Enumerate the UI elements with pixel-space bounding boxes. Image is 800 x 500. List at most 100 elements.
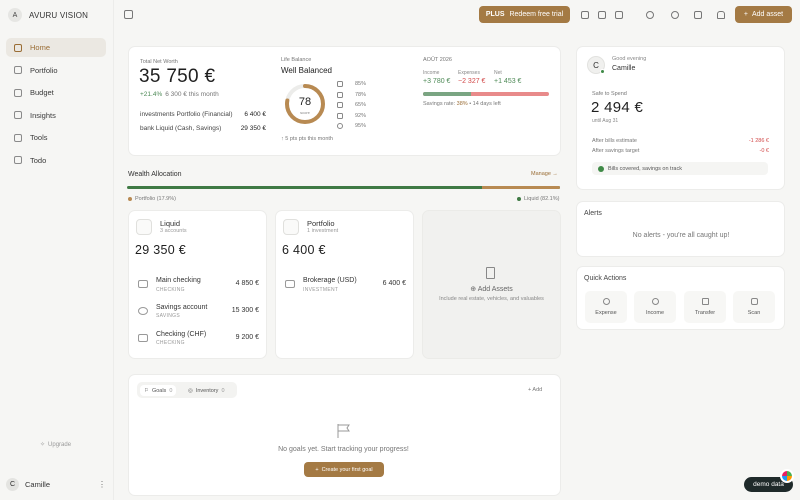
- alerts-title: Alerts: [584, 210, 602, 217]
- metric-value: 78%: [355, 92, 367, 98]
- legend-dot: [128, 197, 132, 201]
- sidebar-item-label: Portfolio: [30, 65, 58, 75]
- card-icon: [138, 280, 148, 288]
- safe-to-spend-label: Safe to Spend: [592, 91, 627, 97]
- brand[interactable]: A AVURU VISION: [8, 8, 88, 22]
- net-worth-change-text: 6 300 € this month: [165, 91, 219, 98]
- wallet-icon: [136, 219, 152, 235]
- sparkle-icon: ✧: [40, 442, 46, 448]
- sidebar-item-tools[interactable]: Tools: [6, 128, 106, 147]
- plus-label: Redeem free trial: [509, 11, 564, 18]
- sidebar-toggle-icon[interactable]: [124, 10, 133, 19]
- bell-icon[interactable]: [717, 11, 725, 19]
- safe-to-spend-row: After savings target -0 €: [592, 148, 769, 154]
- allocation-legend-liquid: Liquid (82.1%): [517, 196, 559, 202]
- quick-action-label: Transfer: [694, 310, 716, 316]
- eye-icon[interactable]: [671, 11, 679, 19]
- legend-label: Portfolio (17.9%): [135, 196, 176, 202]
- life-balance-footer: ↑ 5 pts pts this month: [281, 136, 333, 142]
- check-icon: [598, 165, 604, 172]
- row-label: bank Liquid (Cash, Savings): [140, 125, 222, 132]
- days-left: • 14 days left: [469, 101, 501, 107]
- account-value: 6 400 €: [382, 280, 406, 287]
- moon-icon[interactable]: [646, 11, 654, 19]
- greeting-text: Good evening: [612, 56, 647, 62]
- add-asset-button[interactable]: + Add asset: [735, 6, 792, 23]
- income-label: Income: [423, 70, 440, 76]
- sidebar-item-portfolio[interactable]: Portfolio: [6, 61, 106, 80]
- metric-value: 92%: [355, 113, 367, 119]
- account-value: 4 850 €: [235, 280, 259, 287]
- finance-icon: [337, 81, 343, 87]
- more-vertical-icon[interactable]: ⋮: [98, 480, 106, 489]
- quick-action-income[interactable]: Income: [634, 291, 676, 323]
- brand-name: AVURU VISION: [29, 10, 89, 20]
- create-goal-button[interactable]: + Create your first goal: [304, 462, 384, 477]
- tab-count: 0: [169, 387, 173, 394]
- allocation-legend-portfolio: Portfolio (17.9%): [128, 196, 176, 202]
- safe-to-spend-value: 2 494 €: [591, 99, 644, 116]
- add-goal-link[interactable]: + Add: [528, 387, 542, 393]
- savings-label: Savings rate:: [423, 101, 456, 107]
- plus-trial-button[interactable]: PLUS Redeem free trial: [479, 6, 570, 23]
- alerts-card: [576, 201, 785, 257]
- quick-action-label: Income: [645, 310, 665, 316]
- savings-bar: [423, 92, 549, 96]
- balance-metric: 78%: [337, 92, 366, 98]
- savings-rate: Savings rate: 38% • 14 days left: [423, 101, 501, 107]
- plus-icon: +: [743, 11, 748, 18]
- balance-metric: 95%: [337, 123, 366, 129]
- user-profile[interactable]: C Camille ⋮: [6, 478, 106, 491]
- upgrade-link[interactable]: ✧ Upgrade: [40, 441, 71, 449]
- create-goal-label: Create your first goal: [321, 466, 373, 473]
- account-value: 9 200 €: [235, 334, 259, 341]
- add-assets-title: ⊕ Add Assets: [470, 286, 513, 293]
- row-label: investments Portfolio (Financial): [140, 111, 233, 118]
- net-worth-label: Total Net Worth: [140, 59, 178, 65]
- add-asset-label: Add asset: [751, 11, 784, 18]
- income-value: +3 780 €: [423, 78, 451, 85]
- greeting-name: Camille: [612, 65, 636, 72]
- flag-icon: ⚐: [144, 387, 149, 394]
- topbar: PLUS Redeem free trial + Add asset: [114, 0, 800, 30]
- quick-action-scan[interactable]: Scan: [733, 291, 775, 323]
- life-balance-title: Well Balanced: [281, 66, 332, 75]
- account-type: CHECKING: [156, 340, 185, 346]
- tab-inventory[interactable]: ◎ Inventory 0: [184, 385, 229, 396]
- quick-actions-title: Quick Actions: [584, 275, 627, 282]
- sidebar-item-home[interactable]: Home: [6, 38, 106, 57]
- balance-metric: 92%: [337, 113, 366, 119]
- sidebar: A AVURU VISION Home Portfolio Budget Ins…: [0, 0, 114, 500]
- home-icon: [14, 43, 22, 52]
- sidebar-item-insights[interactable]: Insights: [6, 106, 106, 125]
- pencil-icon[interactable]: [694, 11, 702, 19]
- balance-metric: 85%: [337, 81, 366, 87]
- online-indicator: [600, 69, 605, 74]
- alerts-empty-text: No alerts - you're all caught up!: [632, 232, 730, 239]
- tab-goals[interactable]: ⚐ Goals 0: [140, 385, 177, 396]
- sidebar-item-todo[interactable]: Todo: [6, 151, 106, 170]
- net-label: Net: [494, 70, 502, 76]
- net-worth-change: +21.4% 6 300 € this month: [140, 91, 219, 98]
- net-worth-value: 35 750 €: [139, 66, 216, 87]
- grid-icon[interactable]: [598, 11, 606, 19]
- sidebar-item-label: Todo: [30, 155, 47, 165]
- sidebar-item-budget[interactable]: Budget: [6, 83, 106, 102]
- flag-icon: [337, 424, 350, 438]
- quick-action-label: Scan: [747, 310, 761, 316]
- demo-indicator-icon: [780, 469, 794, 483]
- month-label: AOÛT 2026: [423, 57, 452, 63]
- quick-action-transfer[interactable]: Transfer: [684, 291, 726, 323]
- card-icon: [138, 334, 148, 342]
- calculator-icon[interactable]: [581, 11, 589, 19]
- manage-link[interactable]: Manage →: [531, 171, 558, 177]
- quick-action-expense[interactable]: Expense: [585, 291, 627, 323]
- account-name: Checking (CHF): [156, 331, 207, 338]
- allocation-bar: [127, 186, 560, 189]
- chat-icon[interactable]: [615, 11, 623, 19]
- net-worth-row: investments Portfolio (Financial) 6 400 €: [140, 111, 266, 118]
- account-name: Brokerage (USD): [303, 277, 357, 284]
- piggy-bank-icon: [138, 307, 148, 315]
- life-balance-score-label: score: [300, 110, 310, 115]
- goals-empty-text: No goals yet. Start tracking your progre…: [278, 446, 409, 453]
